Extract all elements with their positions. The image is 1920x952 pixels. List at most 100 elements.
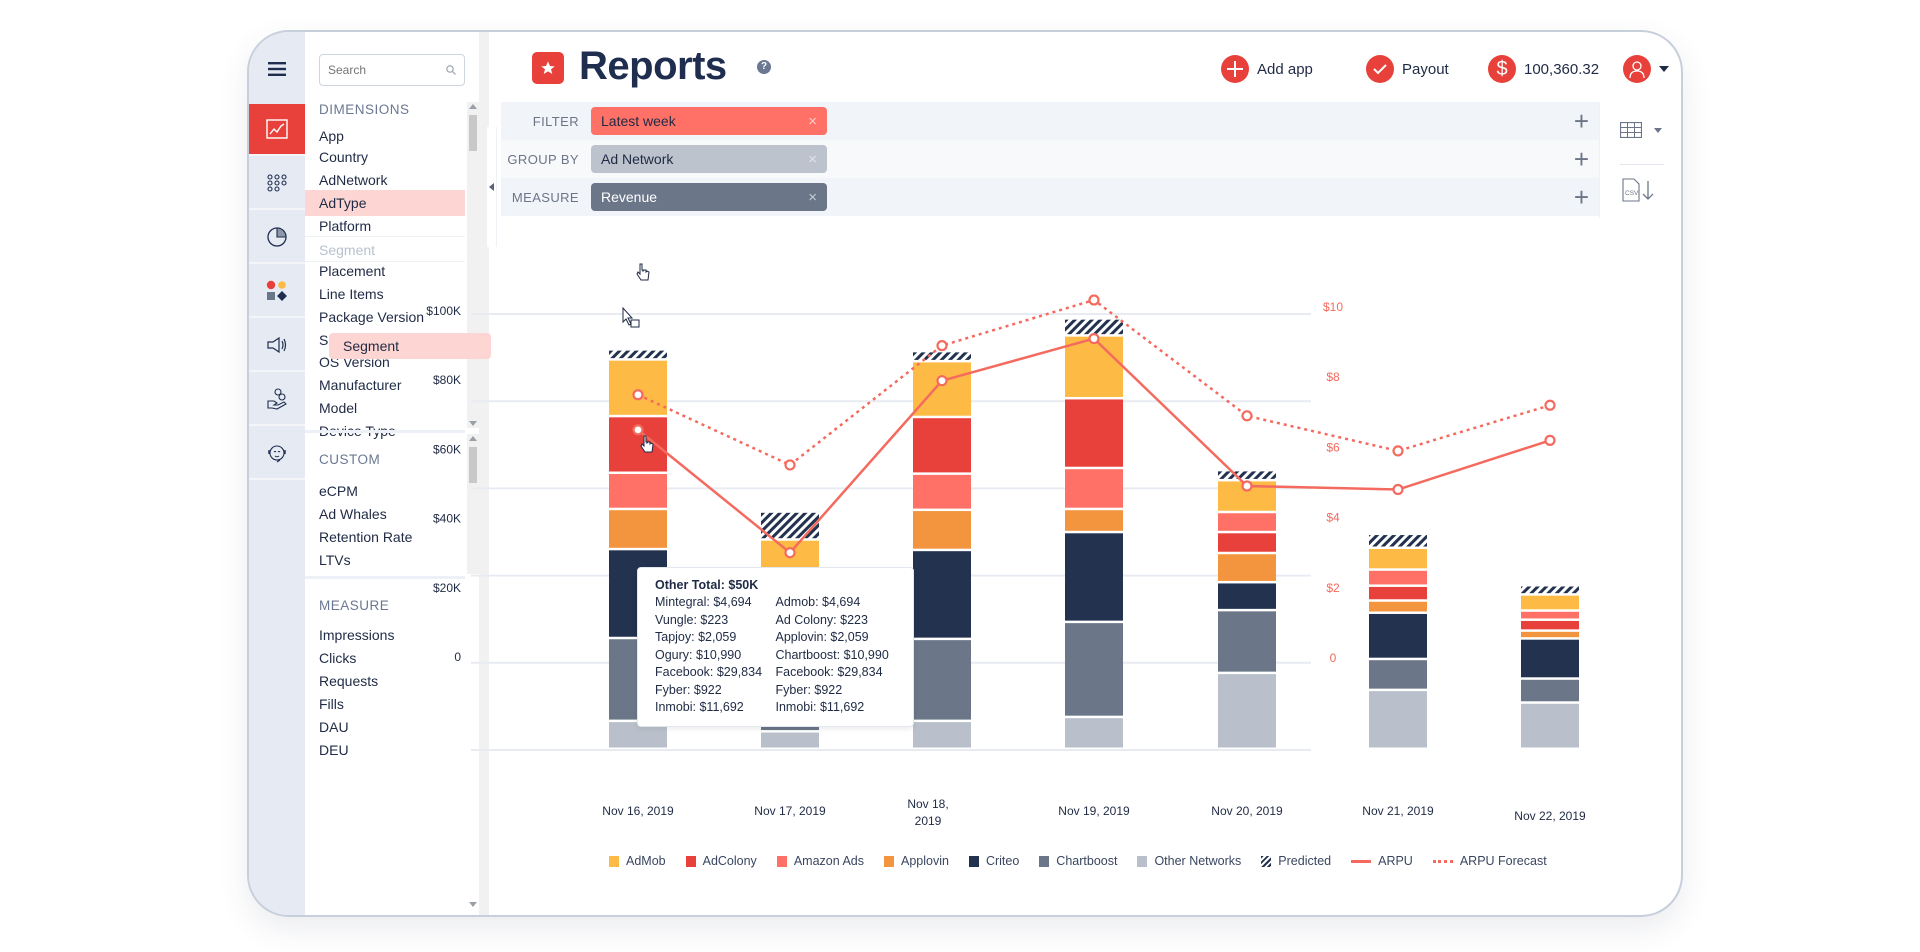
legend-item-criteo[interactable]: Criteo <box>968 854 1019 868</box>
bar-segment-chartboost[interactable] <box>1521 679 1579 702</box>
arpu-forecast-point[interactable] <box>936 340 948 352</box>
remove-chip-icon[interactable]: × <box>808 151 817 168</box>
bar-segment-other-networks[interactable] <box>1369 691 1427 748</box>
bar-segment-amazon-ads[interactable] <box>1218 513 1276 531</box>
scroll-up-arrow[interactable] <box>469 104 477 109</box>
scroll-up-arrow[interactable] <box>469 436 477 441</box>
arpu-forecast-point[interactable] <box>1241 410 1253 422</box>
scroll-thumb[interactable] <box>469 447 477 483</box>
rail-item-support[interactable] <box>249 428 305 480</box>
arpu-point[interactable] <box>784 547 796 559</box>
bar-segment-chartboost[interactable] <box>913 640 971 720</box>
legend-item-amazon-ads[interactable]: Amazon Ads <box>776 854 864 868</box>
remove-chip-icon[interactable]: × <box>808 189 817 206</box>
bar-segment-chartboost[interactable] <box>1218 611 1276 672</box>
arpu-forecast-point[interactable] <box>1088 294 1100 306</box>
measure-scrollbar[interactable] <box>467 580 479 915</box>
legend-item-other-networks[interactable]: Other Networks <box>1137 854 1241 868</box>
bar-nov-20-2019[interactable] <box>1218 471 1276 748</box>
table-view-button[interactable] <box>1620 122 1662 138</box>
bar-segment-other-networks[interactable] <box>1521 703 1579 748</box>
measure-item-deu[interactable]: DEU <box>305 737 465 763</box>
bar-segment-other-networks[interactable] <box>1065 718 1123 748</box>
bar-nov-22-2019[interactable] <box>1521 586 1579 748</box>
bar-segment-applovin[interactable] <box>913 511 971 549</box>
bar-segment-applovin[interactable] <box>1521 631 1579 638</box>
bar-segment-predicted[interactable] <box>761 512 819 539</box>
help-icon[interactable]: ? <box>757 60 771 74</box>
bar-segment-amazon-ads[interactable] <box>1369 570 1427 585</box>
add-group-by-button[interactable]: + <box>1574 146 1589 172</box>
bar-segment-other-networks[interactable] <box>913 722 971 748</box>
bar-segment-admob[interactable] <box>609 360 667 415</box>
arpu-point[interactable] <box>1241 480 1253 492</box>
user-menu[interactable] <box>1623 54 1669 84</box>
bar-segment-adcolony[interactable] <box>1521 620 1579 630</box>
arpu-point[interactable] <box>1544 434 1556 446</box>
rail-item-segments[interactable] <box>249 266 305 318</box>
bar-segment-criteo[interactable] <box>1218 583 1276 609</box>
remove-chip-icon[interactable]: × <box>808 113 817 130</box>
rail-item-reports[interactable] <box>249 212 305 264</box>
add-filter-button[interactable]: + <box>1574 108 1589 134</box>
scroll-thumb[interactable] <box>469 115 477 151</box>
legend-item-applovin[interactable]: Applovin <box>884 854 949 868</box>
measure-chip[interactable]: Revenue × <box>591 183 827 211</box>
bar-segment-chartboost[interactable] <box>1369 660 1427 689</box>
bar-segment-admob[interactable] <box>1369 549 1427 569</box>
arpu-point[interactable] <box>1392 483 1404 496</box>
add-app-button[interactable]: Add app <box>1221 54 1313 84</box>
arpu-point[interactable] <box>936 375 948 387</box>
bar-segment-other-networks[interactable] <box>761 732 819 748</box>
arpu-point[interactable] <box>1088 332 1100 345</box>
arpu-forecast-point[interactable] <box>632 389 644 401</box>
rail-item-campaigns[interactable] <box>249 320 305 372</box>
bar-segment-criteo[interactable] <box>913 551 971 638</box>
bar-segment-predicted[interactable] <box>1065 319 1123 335</box>
bar-segment-admob[interactable] <box>913 362 971 416</box>
bar-segment-applovin[interactable] <box>1065 510 1123 531</box>
bar-segment-predicted[interactable] <box>609 350 667 359</box>
bar-segment-predicted[interactable] <box>913 352 971 360</box>
bar-segment-applovin[interactable] <box>609 510 667 548</box>
payout-button[interactable]: Payout <box>1366 54 1449 84</box>
arpu-forecast-point[interactable] <box>1392 445 1404 457</box>
legend-item-adcolony[interactable]: AdColony <box>685 854 757 868</box>
add-measure-button[interactable]: + <box>1574 184 1589 210</box>
menu-button[interactable] <box>249 54 305 84</box>
custom-scrollbar[interactable] <box>467 434 479 574</box>
rail-item-analytics[interactable] <box>249 104 305 156</box>
bar-segment-amazon-ads[interactable] <box>913 474 971 509</box>
bar-segment-adcolony[interactable] <box>913 418 971 473</box>
csv-download-button[interactable]: CSV <box>1622 178 1656 207</box>
drag-chip-segment[interactable]: Segment <box>329 333 491 359</box>
bar-segment-amazon-ads[interactable] <box>1521 611 1579 619</box>
rail-item-payouts[interactable] <box>249 374 305 426</box>
balance-button[interactable]: $ 100,360.32 <box>1488 54 1599 84</box>
scroll-down-arrow[interactable] <box>469 421 477 426</box>
scroll-down-arrow[interactable] <box>469 902 477 907</box>
dimensions-scrollbar[interactable] <box>467 102 479 428</box>
bar-segment-criteo[interactable] <box>1369 613 1427 658</box>
collapse-panel-button[interactable] <box>487 127 497 247</box>
bar-segment-amazon-ads[interactable] <box>609 474 667 508</box>
bar-segment-applovin[interactable] <box>1218 554 1276 581</box>
arpu-forecast-point[interactable] <box>784 459 796 471</box>
bar-segment-adcolony[interactable] <box>1065 399 1123 467</box>
legend-item-predicted[interactable]: Predicted <box>1261 854 1331 868</box>
rail-item-apps[interactable] <box>249 158 305 210</box>
bar-segment-criteo[interactable] <box>1521 639 1579 678</box>
legend-item-arpu-forecast[interactable]: ARPU Forecast <box>1432 854 1547 868</box>
bar-segment-predicted[interactable] <box>1369 535 1427 547</box>
bar-nov-18-2019[interactable] <box>913 352 971 748</box>
legend-item-admob[interactable]: AdMob <box>609 854 666 868</box>
bar-segment-other-networks[interactable] <box>1218 674 1276 748</box>
bar-segment-amazon-ads[interactable] <box>1065 469 1123 508</box>
bar-segment-admob[interactable] <box>1065 336 1123 397</box>
legend-item-chartboost[interactable]: Chartboost <box>1039 854 1117 868</box>
bar-segment-admob[interactable] <box>1521 595 1579 610</box>
bar-nov-19-2019[interactable] <box>1065 319 1123 748</box>
search-input[interactable] <box>328 63 438 77</box>
bar-segment-predicted[interactable] <box>1218 471 1276 479</box>
bar-segment-adcolony[interactable] <box>1218 533 1276 552</box>
